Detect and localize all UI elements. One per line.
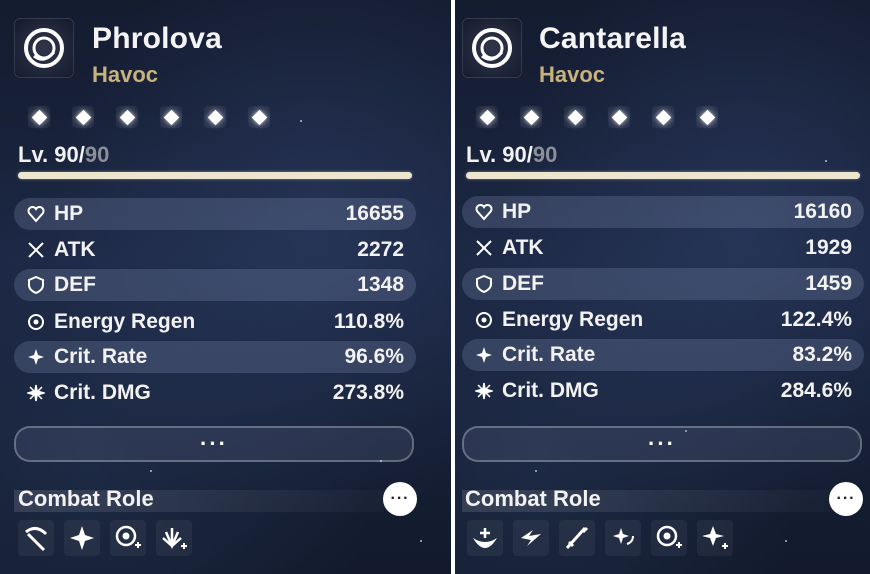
stat-label: Crit. Rate — [54, 345, 148, 368]
sequence-node-icon[interactable] — [248, 106, 270, 128]
stat-row-atk: ATK 2272 — [14, 234, 416, 266]
sequence-node-icon[interactable] — [476, 106, 498, 128]
character-panel-left: Phrolova Havoc Lv. 90/90 HP 16655 ATK 22… — [0, 0, 451, 574]
stat-row-def: DEF 1459 — [462, 268, 864, 300]
more-stats-button[interactable]: ··· — [462, 426, 862, 462]
stat-row-crit-rate: Crit. Rate 96.6% — [14, 341, 416, 373]
crit-rate-icon — [26, 347, 46, 367]
stat-value: 16160 — [793, 200, 852, 223]
stat-value: 273.8% — [332, 381, 404, 404]
stat-value: 110.8% — [333, 310, 404, 333]
sparkle-role-icon[interactable] — [64, 520, 100, 556]
level-text: Lv. 90/90 — [18, 142, 109, 168]
combat-role-title: Combat Role — [18, 486, 154, 511]
energy-plus-role-icon[interactable] — [651, 520, 687, 556]
sequence-node-icon[interactable] — [652, 106, 674, 128]
stat-value: 122.4% — [780, 308, 852, 331]
character-panel-right: Cantarella Havoc Lv. 90/90 HP 16160 ATK … — [455, 0, 870, 574]
stat-label: HP — [54, 202, 84, 225]
scythe-role-icon[interactable] — [18, 520, 54, 556]
combat-role-more-button[interactable]: ··· — [383, 482, 417, 516]
atk-swords-icon — [474, 238, 494, 258]
blade-role-icon[interactable] — [559, 520, 595, 556]
sequence-node-icon[interactable] — [608, 106, 630, 128]
dash-strike-role-icon[interactable] — [513, 520, 549, 556]
stat-row-def: DEF 1348 — [14, 269, 416, 301]
stat-row-hp: HP 16160 — [462, 196, 864, 228]
stat-label: ATK — [502, 236, 544, 259]
stat-label: Crit. DMG — [54, 381, 151, 404]
level-progress-bar — [466, 172, 860, 179]
level-progress-bar — [18, 172, 412, 179]
crit-dmg-icon — [26, 383, 46, 403]
combat-role-icons — [18, 520, 192, 556]
character-element: Havoc — [539, 62, 606, 87]
stat-label: Energy Regen — [54, 310, 196, 333]
atk-swords-icon — [26, 240, 46, 260]
stat-label: DEF — [54, 273, 96, 296]
def-shield-icon — [474, 274, 494, 294]
hp-heart-icon — [474, 202, 494, 222]
sequence-nodes — [476, 106, 718, 128]
crit-rate-icon — [474, 345, 494, 365]
sequence-node-icon[interactable] — [116, 106, 138, 128]
sequence-nodes — [28, 106, 270, 128]
character-name: Cantarella — [539, 22, 687, 55]
sequence-node-icon[interactable] — [696, 106, 718, 128]
energy-regen-icon — [474, 310, 494, 330]
stat-label: DEF — [502, 272, 544, 295]
energy-plus-role-icon[interactable] — [110, 520, 146, 556]
level-max: 90 — [532, 142, 558, 167]
stat-label: ATK — [54, 238, 96, 261]
stat-row-atk: ATK 1929 — [462, 232, 864, 264]
stat-value: 1459 — [805, 272, 852, 295]
healing-wings-role-icon[interactable] — [467, 520, 503, 556]
sparkle-swirl-role-icon[interactable] — [605, 520, 641, 556]
stat-value: 96.6% — [344, 345, 404, 368]
stat-row-energy-regen: Energy Regen 122.4% — [462, 304, 864, 336]
stat-value: 16655 — [345, 202, 404, 225]
level-current: Lv. 90/ — [466, 142, 533, 167]
more-stats-button[interactable]: ··· — [14, 426, 414, 462]
stat-value: 2272 — [357, 238, 404, 261]
combat-role-title: Combat Role — [465, 486, 601, 511]
energy-regen-icon — [26, 312, 46, 332]
stat-value: 83.2% — [792, 343, 852, 366]
level-text: Lv. 90/90 — [466, 142, 557, 168]
sparkle-plus-role-icon[interactable] — [697, 520, 733, 556]
crit-dmg-icon — [474, 381, 494, 401]
character-element: Havoc — [92, 62, 159, 87]
havoc-element-icon — [14, 18, 74, 78]
hp-heart-icon — [26, 204, 46, 224]
character-name: Phrolova — [92, 22, 222, 55]
stat-label: Crit. DMG — [502, 379, 599, 402]
stat-value: 1348 — [357, 273, 404, 296]
def-shield-icon — [26, 275, 46, 295]
stat-row-crit-dmg: Crit. DMG 284.6% — [462, 375, 864, 407]
sequence-node-icon[interactable] — [28, 106, 50, 128]
stat-value: 1929 — [805, 236, 852, 259]
havoc-element-icon — [462, 18, 522, 78]
sequence-node-icon[interactable] — [72, 106, 94, 128]
sequence-node-icon[interactable] — [564, 106, 586, 128]
stat-label: HP — [502, 200, 532, 223]
level-max: 90 — [84, 142, 110, 167]
stat-row-hp: HP 16655 — [14, 198, 416, 230]
level-current: Lv. 90/ — [18, 142, 85, 167]
sequence-node-icon[interactable] — [160, 106, 182, 128]
sequence-node-icon[interactable] — [520, 106, 542, 128]
burst-plus-role-icon[interactable] — [156, 520, 192, 556]
stat-label: Crit. Rate — [502, 343, 596, 366]
stat-label: Energy Regen — [502, 308, 644, 331]
combat-role-icons — [467, 520, 733, 556]
stat-row-crit-dmg: Crit. DMG 273.8% — [14, 377, 416, 409]
combat-role-more-button[interactable]: ··· — [829, 482, 863, 516]
stat-value: 284.6% — [780, 379, 852, 402]
stat-row-energy-regen: Energy Regen 110.8% — [14, 306, 416, 338]
sequence-node-icon[interactable] — [204, 106, 226, 128]
stat-row-crit-rate: Crit. Rate 83.2% — [462, 339, 864, 371]
